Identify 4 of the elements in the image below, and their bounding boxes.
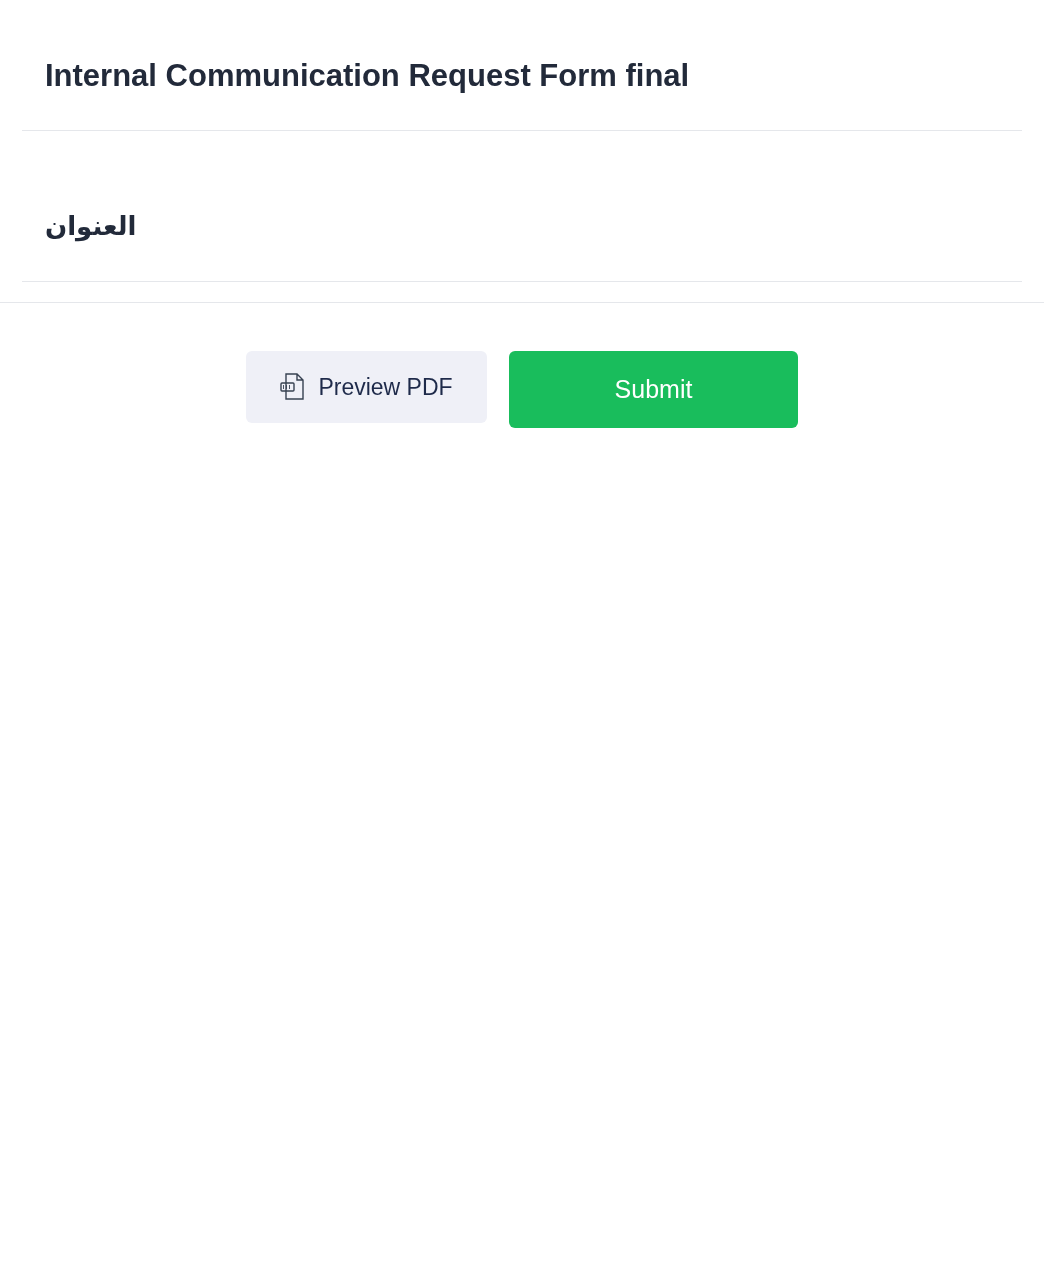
pdf-file-icon [280,373,307,401]
preview-pdf-button[interactable]: Preview PDF [246,351,487,423]
field-label: العنوان [45,210,137,243]
form-title: Internal Communication Request Form final [45,57,691,95]
